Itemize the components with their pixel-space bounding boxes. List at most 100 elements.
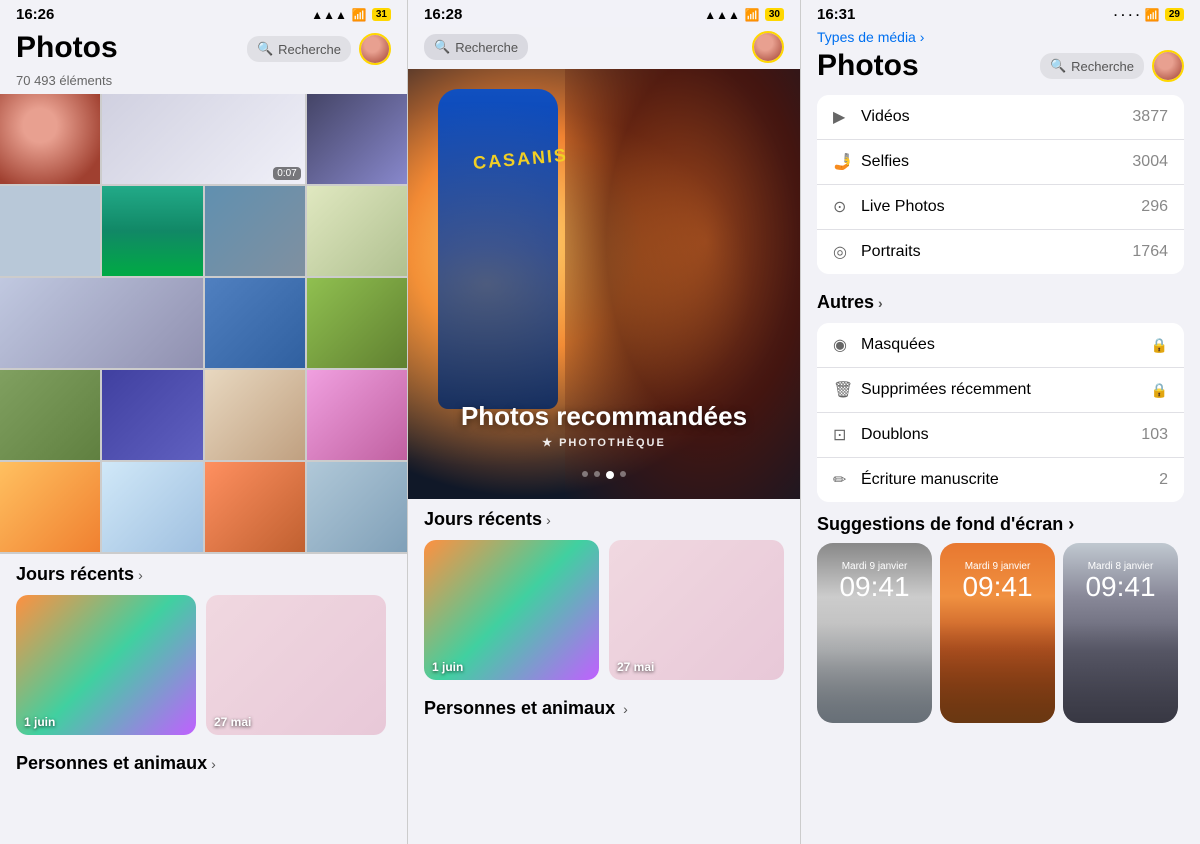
- avatar-3[interactable]: [1152, 50, 1184, 82]
- day-cards-2: 1 juin 27 mai: [424, 540, 784, 680]
- grid-cell[interactable]: [102, 186, 202, 276]
- day-card-label: 27 mai: [214, 715, 251, 729]
- grid-cell[interactable]: [205, 278, 305, 368]
- media-label-videos: Vidéos: [861, 108, 1132, 126]
- status-icons-1: ▲▲▲ 📶 31: [311, 8, 391, 22]
- grid-cell[interactable]: [0, 278, 203, 368]
- chevron-icon-2[interactable]: ›: [546, 512, 551, 528]
- chevron-icon-1[interactable]: ›: [138, 567, 143, 583]
- day-card[interactable]: 27 mai: [206, 595, 386, 735]
- search-icon-3: 🔍: [1050, 58, 1066, 74]
- grid-cell[interactable]: [102, 462, 202, 552]
- avatar-2[interactable]: [752, 31, 784, 63]
- media-item-selfies[interactable]: 🤳 Selfies 3004: [817, 140, 1184, 185]
- autres-chevron[interactable]: ›: [878, 295, 883, 311]
- media-item-videos[interactable]: ▶ Vidéos 3877: [817, 95, 1184, 140]
- media-item-livephotos[interactable]: ⊙ Live Photos 296: [817, 185, 1184, 230]
- grid-cell[interactable]: [0, 462, 100, 552]
- grid-cell[interactable]: [307, 278, 407, 368]
- breadcrumb[interactable]: Types de média ›: [801, 27, 1200, 47]
- media-count-livephotos: 296: [1141, 198, 1168, 216]
- persons-section-2: Personnes et animaux ›: [408, 690, 800, 719]
- day-cards-1: 1 juin 27 mai: [16, 595, 391, 735]
- handwriting-icon: ✏: [833, 470, 861, 490]
- status-bar-2: 16:28 ▲▲▲ 📶 30: [408, 0, 800, 27]
- media-item-portraits[interactable]: ◎ Portraits 1764: [817, 230, 1184, 274]
- wifi-icon-3: 📶: [1145, 8, 1160, 22]
- breadcrumb-text: Types de média ›: [817, 29, 924, 45]
- wallpaper-card-2[interactable]: Mardi 9 janvier 09:41: [940, 543, 1055, 723]
- media-label-deleted: Supprimées récemment: [861, 381, 1145, 399]
- status-icons-3: · · · · 📶 29: [1114, 8, 1184, 22]
- wallpaper-card-3[interactable]: Mardi 8 janvier 09:41: [1063, 543, 1178, 723]
- time-2: 16:28: [424, 6, 462, 23]
- grid-cell[interactable]: [205, 462, 305, 552]
- dot-4[interactable]: [620, 471, 626, 477]
- time-1: 16:26: [16, 6, 54, 23]
- dot-2[interactable]: [594, 471, 600, 477]
- persons-chevron-2[interactable]: ›: [623, 701, 628, 717]
- status-bar-3: 16:31 · · · · 📶 29: [801, 0, 1200, 27]
- header-3: Photos 🔍 Recherche: [801, 47, 1200, 89]
- battery-3: 29: [1165, 8, 1184, 21]
- avatar-1[interactable]: [359, 33, 391, 65]
- portrait-icon: ◎: [833, 242, 861, 262]
- dot-3-active[interactable]: [606, 471, 614, 479]
- grid-cell[interactable]: 0:07: [102, 94, 305, 184]
- grid-cell[interactable]: [307, 462, 407, 552]
- battery-1: 31: [372, 8, 391, 21]
- wallpaper-title: Suggestions de fond d'écran ›: [817, 514, 1074, 535]
- header-right-1: 🔍 Recherche: [247, 33, 391, 65]
- grid-cell[interactable]: [0, 370, 100, 460]
- wp-time-1: 09:41: [817, 571, 932, 603]
- search-label-1: Recherche: [278, 42, 341, 57]
- search-button-3[interactable]: 🔍 Recherche: [1040, 53, 1144, 79]
- signal-icon-2: ▲▲▲: [704, 8, 740, 22]
- recent-days-header-1: Jours récents ›: [16, 564, 391, 585]
- search-label-2: Recherche: [455, 40, 518, 55]
- day-card-2-1[interactable]: 1 juin: [424, 540, 599, 680]
- autres-title: Autres: [817, 292, 874, 313]
- time-3: 16:31: [817, 6, 855, 23]
- wallpaper-section-header: Suggestions de fond d'écran ›: [801, 508, 1200, 543]
- search-button-1[interactable]: 🔍 Recherche: [247, 36, 351, 62]
- autres-header: Autres ›: [801, 280, 1200, 317]
- grid-cell[interactable]: [307, 94, 407, 184]
- trash-icon: 🗑: [833, 380, 861, 400]
- wp-time-2: 09:41: [940, 571, 1055, 603]
- media-item-hidden[interactable]: ◉ Masquées 🔒: [817, 323, 1184, 368]
- dot-1[interactable]: [582, 471, 588, 477]
- wifi-icon-1: 📶: [352, 8, 367, 22]
- media-count-selfies: 3004: [1132, 153, 1168, 171]
- livephoto-icon: ⊙: [833, 197, 861, 217]
- grid-cell[interactable]: [205, 186, 305, 276]
- wallpaper-card-1[interactable]: Mardi 9 janvier 09:41: [817, 543, 932, 723]
- page-title-3: Photos: [817, 49, 919, 83]
- grid-cell[interactable]: [307, 186, 407, 276]
- header-1: Photos 🔍 Recherche: [0, 27, 407, 71]
- media-type-list: ▶ Vidéos 3877 🤳 Selfies 3004 ⊙ Live Phot…: [817, 95, 1184, 274]
- media-count-videos: 3877: [1132, 108, 1168, 126]
- persons-chevron-1[interactable]: ›: [211, 756, 216, 772]
- media-item-handwriting[interactable]: ✏ Écriture manuscrite 2: [817, 458, 1184, 502]
- recent-days-header-2: Jours récents ›: [424, 509, 784, 530]
- featured-photo[interactable]: CASANIS Photos recommandées ★ PHOTOTHÈQU…: [408, 69, 800, 499]
- photo-count-1: 70 493 éléments: [0, 71, 407, 94]
- panel-media-types: 16:31 · · · · 📶 29 Types de média › Phot…: [801, 0, 1200, 844]
- media-label-hidden: Masquées: [861, 336, 1145, 354]
- media-item-duplicates[interactable]: ⊡ Doublons 103: [817, 413, 1184, 458]
- signal-icon-1: ▲▲▲: [311, 8, 347, 22]
- day-card-2-2[interactable]: 27 mai: [609, 540, 784, 680]
- grid-cell[interactable]: [205, 370, 305, 460]
- media-count-portraits: 1764: [1132, 243, 1168, 261]
- wifi-icon-2: 📶: [745, 8, 760, 22]
- header-right-3: 🔍 Recherche: [1040, 50, 1184, 82]
- grid-cell[interactable]: [307, 370, 407, 460]
- grid-cell[interactable]: [102, 370, 202, 460]
- media-item-deleted[interactable]: 🗑 Supprimées récemment 🔒: [817, 368, 1184, 413]
- search-button-2[interactable]: 🔍 Recherche: [424, 34, 528, 60]
- day-card[interactable]: 1 juin: [16, 595, 196, 735]
- recent-days-title-1: Jours récents: [16, 564, 134, 585]
- grid-cell[interactable]: [0, 94, 100, 184]
- grid-cell[interactable]: [0, 186, 100, 276]
